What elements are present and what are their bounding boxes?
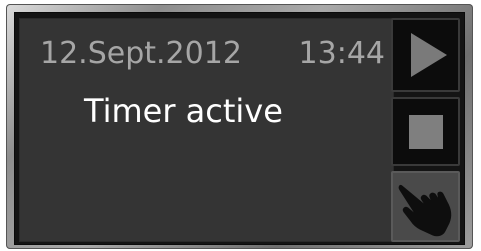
hand-pointer-icon <box>398 184 451 236</box>
status-message: Timer active <box>84 92 283 130</box>
stop-button[interactable] <box>391 97 460 166</box>
time-display: 13:44 <box>298 36 385 71</box>
play-button[interactable] <box>391 18 460 92</box>
device-screen: 12.Sept.2012 13:44 Timer active <box>14 12 465 245</box>
date-display: 12.Sept.2012 <box>40 36 242 71</box>
stop-icon <box>408 114 443 149</box>
play-icon <box>410 33 447 77</box>
info-display: 12.Sept.2012 13:44 Timer active <box>19 18 394 242</box>
touch-button[interactable] <box>391 171 460 242</box>
